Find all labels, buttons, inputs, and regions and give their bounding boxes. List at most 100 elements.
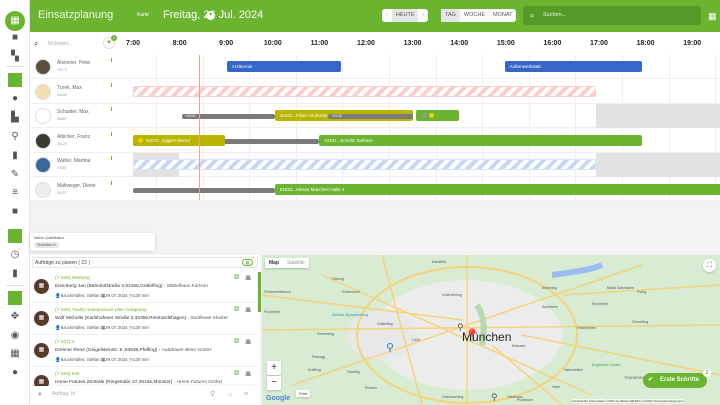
order-item[interactable]: ▦ (T-237) A Dresner René (Geigelsteinstr. … [30,335,258,367]
move-icon[interactable]: ✥ [8,310,22,324]
location-icon[interactable]: ⚲ [8,130,22,144]
order-meta: 👤Bruckmüller, Stefan ▦29.07.2024 ◷120 mi… [55,325,149,330]
next-day-button[interactable]: › [418,9,428,22]
gear-icon[interactable]: ⚙ [8,291,22,305]
fullscreen-icon[interactable]: ⛶ [703,259,716,272]
location-filter-icon[interactable]: ⚲ [210,386,215,403]
open-external-icon[interactable]: ⧉ [234,274,239,282]
job-bar[interactable]: 72401...Schultz Stefanie [319,134,643,146]
row-handle[interactable] [111,156,112,160]
android-icon[interactable]: ☗ [245,370,251,378]
avatar [35,181,51,198]
print-button[interactable]: Print [296,390,311,397]
apps-icon[interactable]: ▦ [8,347,22,361]
technician-name: Alsmeier, Peter [57,60,91,66]
android-icon[interactable]: ☗ [245,306,251,314]
today-button[interactable]: HEUTE [391,9,419,22]
order-item[interactable]: ▦ (T-238) Wartung Eisenberg Jan (Bahnhofst… [30,271,258,303]
user-icon[interactable]: ● [8,92,22,106]
order-item[interactable]: ▦ (T-236) Yearly maintenance plan heatpum… [30,303,258,335]
travel-time-bar[interactable] [133,187,275,193]
travel-time-bar[interactable]: +01:52 [328,114,414,119]
absence-bar[interactable] [133,85,597,97]
account-icon[interactable]: ◉ [8,329,22,343]
qualification-chip[interactable]: Techniker ✕ [34,242,59,248]
absence-bar[interactable] [133,159,597,170]
sliders-icon[interactable]: ☷ [8,73,22,87]
tab-day[interactable]: TAG [441,9,460,22]
wrench-icon[interactable]: ✎ [8,168,22,182]
appointment-bar[interactable]: Außenwerkstatt [504,61,643,72]
open-external-icon[interactable]: ⧉ [234,306,239,314]
map-place-label: Gröbenzell [342,290,360,294]
list-icon[interactable]: ≡ [8,186,22,200]
open-external-icon[interactable]: ⧉ [234,370,239,378]
filter-icon[interactable]: ≡ [244,386,248,403]
gray-marker-icon[interactable]: ⚲ [491,392,498,403]
date-picker-icon[interactable]: ▾ [206,11,215,20]
travel-time-bar[interactable]: +02:00 [181,114,275,119]
job-bar[interactable]: 52072...Eggers Bernd [133,134,225,146]
technician-row: Walter, Martina 10557 [30,153,720,177]
calendar-icon[interactable]: ▦ [5,11,25,31]
order-date: 29.07.2024 [105,325,128,330]
grid-menu-icon[interactable]: ▦ [708,11,717,22]
building-icon[interactable]: ▙ [8,111,22,125]
map-view-link[interactable]: Karte [137,12,149,18]
order-calendar-icon: ▦ [34,343,49,358]
order-calendar-icon: ▦ [34,279,49,294]
row-handle[interactable] [111,131,112,136]
zoom-in-button[interactable]: + [267,361,281,375]
gray-marker-icon[interactable]: ⚲ [457,322,464,333]
android-icon[interactable]: ☗ [245,274,251,282]
hour-label: 9:00 [219,40,234,47]
tag-filter-icon[interactable]: ⌂ [228,386,232,403]
dashboard-icon[interactable]: ▚ [8,50,22,64]
order-title[interactable]: (T-236) Yearly maintenance plan heatpump [55,308,147,313]
row-handle[interactable] [111,82,112,87]
android-icon[interactable]: ☗ [245,338,251,346]
avatar [35,157,51,173]
order-company: Home Futures GmbH [176,380,223,385]
map-place-label: Haar [552,385,560,389]
fan-icon[interactable]: ✣ [8,229,22,243]
open-external-icon[interactable]: ⧉ [234,338,239,346]
blue-marker-icon[interactable]: ⚲ [386,341,394,354]
view-switcher: TAG WOCHE MONAT [441,9,517,22]
google-logo: Google [266,395,291,402]
travel-time-bar[interactable] [223,138,320,144]
tab-map[interactable]: Map [265,258,283,268]
calendar-toggle-icon[interactable]: ▦ [242,259,253,266]
tab-satellite[interactable]: Satellite [283,258,309,268]
order-search-input[interactable]: ⌕ Auftrag, Id ⚲ ⌂ ≡ [32,386,258,403]
clock-icon[interactable]: ◷ [8,248,22,262]
orders-scrollbar[interactable] [258,272,261,312]
hour-label: 11:00 [310,40,329,47]
onboarding-button[interactable]: ✔ Erste Schritte 2 [643,369,711,388]
order-title[interactable]: (T-234) test [55,372,80,377]
row-handle[interactable] [111,58,112,62]
zoom-out-button[interactable]: − [267,376,281,390]
search-icon: ⌕ [530,11,535,20]
order-title[interactable]: (T-238) Wartung [55,276,90,281]
tab-month[interactable]: MONAT [489,9,516,22]
row-handle[interactable] [111,180,112,185]
file-icon[interactable]: ▮ [8,267,22,281]
order-title[interactable]: (T-237) A [55,340,75,345]
prev-day-button[interactable]: ‹ [382,9,392,22]
info-icon[interactable]: ● [8,366,22,380]
tab-week[interactable]: WOCHE [460,9,489,22]
unavailable-area [596,153,720,177]
map-place-label: Putzbrunn [517,398,534,402]
order-company: Möbelhaus Karlson [166,284,208,289]
briefcase-icon[interactable]: ■ [8,31,22,45]
job-bar[interactable]: 81823...Messe München Halle 3 [274,183,720,195]
red-marker-icon[interactable]: 📍 [464,328,480,344]
row-handle[interactable] [111,107,112,111]
map-place-label: Kirchheim [592,302,608,306]
document-icon[interactable]: ▮ [8,149,22,163]
technician-search-input[interactable]: Techniker... [47,41,72,47]
global-search-input[interactable]: ⌕ Suchen... [523,6,701,25]
toolbox-icon[interactable]: ■ [8,205,22,219]
appointment-bar[interactable]: Arzttermin [226,61,342,72]
